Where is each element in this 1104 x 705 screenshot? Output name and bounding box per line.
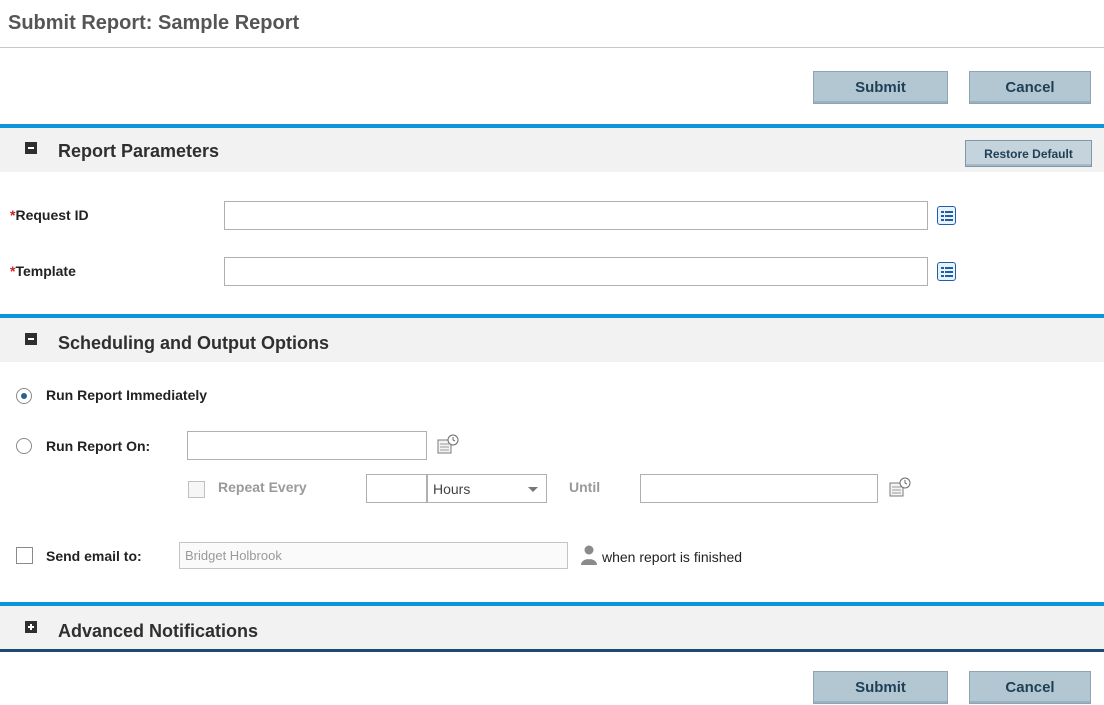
template-input[interactable] <box>224 257 928 286</box>
cancel-button-top[interactable]: Cancel <box>969 71 1091 104</box>
until-label: Until <box>569 479 601 495</box>
advanced-notifications-title: Advanced Notifications <box>58 621 259 641</box>
report-parameters-title: Report Parameters <box>58 141 220 161</box>
list-picker-icon[interactable] <box>937 262 956 281</box>
calendar-icon[interactable] <box>436 433 460 457</box>
calendar-icon[interactable] <box>888 476 912 500</box>
repeat-every-checkbox[interactable] <box>188 481 205 498</box>
list-picker-icon[interactable] <box>937 206 956 225</box>
scheduling-title: Scheduling and Output Options <box>58 333 329 353</box>
section-divider <box>0 649 1104 652</box>
expand-icon[interactable] <box>25 621 37 633</box>
send-email-label: Send email to: <box>46 548 142 564</box>
chevron-down-icon <box>528 487 538 492</box>
run-on-radio[interactable] <box>16 438 32 454</box>
email-recipient-field[interactable]: Bridget Holbrook <box>179 542 568 569</box>
restore-default-button[interactable]: Restore Default <box>965 140 1092 167</box>
submit-button-top[interactable]: Submit <box>813 71 948 104</box>
repeat-unit-value: Hours <box>433 481 471 497</box>
submit-button-bottom[interactable]: Submit <box>813 671 948 704</box>
when-finished-text: when report is finished <box>602 549 743 565</box>
send-email-checkbox[interactable] <box>16 547 33 564</box>
until-date-input[interactable] <box>640 474 878 503</box>
request-id-input[interactable] <box>224 201 928 230</box>
report-parameters-header: Report Parameters <box>0 124 1104 172</box>
collapse-icon[interactable] <box>25 333 37 345</box>
run-immediately-label: Run Report Immediately <box>46 387 208 403</box>
user-picker-icon[interactable] <box>580 544 598 566</box>
advanced-notifications-header[interactable]: Advanced Notifications <box>0 602 1104 649</box>
run-immediately-radio[interactable] <box>16 388 32 404</box>
collapse-icon[interactable] <box>25 142 37 154</box>
page-title: Submit Report: Sample Report <box>8 12 300 34</box>
run-on-date-input[interactable] <box>187 431 427 460</box>
repeat-unit-select[interactable]: Hours <box>427 474 547 503</box>
scheduling-header: Scheduling and Output Options <box>0 314 1104 362</box>
title-divider <box>0 47 1104 48</box>
run-on-label: Run Report On: <box>46 438 151 454</box>
template-label: *Template <box>10 263 76 279</box>
request-id-label: *Request ID <box>10 207 89 223</box>
repeat-every-input[interactable] <box>366 474 427 503</box>
cancel-button-bottom[interactable]: Cancel <box>969 671 1091 704</box>
repeat-every-label: Repeat Every <box>218 479 307 495</box>
